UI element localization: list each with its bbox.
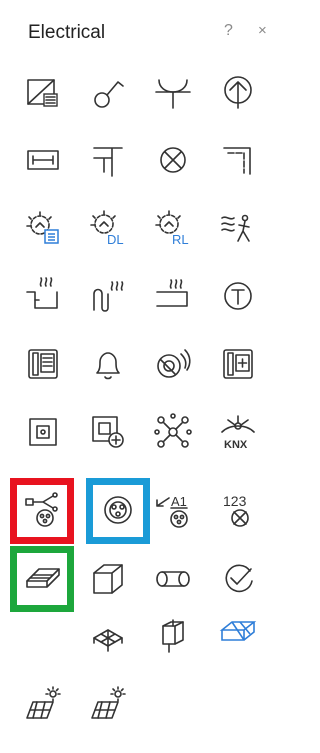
add-outlet-tool-icon[interactable] (82, 406, 134, 458)
electrical-panel: Electrical ? × DL RL KNX A1 123 (0, 0, 281, 753)
svg-text:KNX: KNX (224, 439, 248, 451)
panel-header: Electrical ? × (0, 0, 281, 48)
lighting-calculation-tool-icon[interactable] (17, 202, 69, 254)
lamp-tool-icon[interactable] (147, 134, 199, 186)
busbar-tool-icon[interactable] (212, 134, 264, 186)
socket-tool-icon[interactable] (147, 66, 199, 118)
svg-text:RL: RL (172, 232, 189, 247)
help-button[interactable]: ? (224, 22, 233, 40)
solar-panel-tool-icon[interactable] (17, 678, 69, 730)
intercom-tool-icon[interactable] (17, 338, 69, 390)
close-button[interactable]: × (258, 22, 267, 39)
circuit-connection-tool-icon[interactable] (17, 484, 69, 536)
knx-tool-icon[interactable]: KNX (212, 406, 264, 458)
panel-title: Electrical (28, 22, 106, 43)
outlet-box-tool-icon[interactable] (17, 406, 69, 458)
solar-array-tool-icon[interactable] (82, 678, 134, 730)
motion-sensor-tool-icon[interactable] (212, 202, 264, 254)
svg-text:A1: A1 (171, 494, 187, 509)
heating-wall-tool-icon[interactable] (147, 270, 199, 322)
bell-tool-icon[interactable] (82, 338, 134, 390)
distribution-tool-icon[interactable] (82, 134, 134, 186)
heating-floor-tool-icon[interactable] (17, 270, 69, 322)
lighting-dl-tool-icon[interactable]: DL (82, 202, 134, 254)
switch-tool-icon[interactable] (82, 66, 134, 118)
cable-tray-tool-icon[interactable] (17, 134, 69, 186)
thermostat-tool-icon[interactable] (212, 270, 264, 322)
cable-duct-tool-icon[interactable] (82, 553, 134, 605)
socket-outlet-tool-icon[interactable] (92, 484, 144, 536)
heating-cable-tool-icon[interactable] (82, 270, 134, 322)
lighting-rl-tool-icon[interactable]: RL (147, 202, 199, 254)
svg-text:123: 123 (223, 493, 247, 509)
panel-board-tool-icon[interactable] (17, 66, 69, 118)
network-node-tool-icon[interactable] (147, 406, 199, 458)
pv-panel-mount-tool-icon[interactable] (82, 610, 134, 662)
cable-drop-tool-icon[interactable] (147, 610, 199, 662)
circuit-label-tool-icon[interactable]: A1 (147, 484, 199, 536)
svg-text:DL: DL (107, 232, 124, 247)
cable-ladder-tool-icon[interactable] (17, 553, 69, 605)
speaker-tool-icon[interactable] (147, 338, 199, 390)
conduit-tool-icon[interactable] (147, 553, 199, 605)
first-aid-tool-icon[interactable] (212, 338, 264, 390)
upload-circle-tool-icon[interactable] (212, 66, 264, 118)
numbering-tool-icon[interactable]: 123 (212, 484, 264, 536)
check-tool-icon[interactable] (212, 553, 264, 605)
cable-tray-fitting-tool-icon[interactable] (212, 610, 264, 662)
